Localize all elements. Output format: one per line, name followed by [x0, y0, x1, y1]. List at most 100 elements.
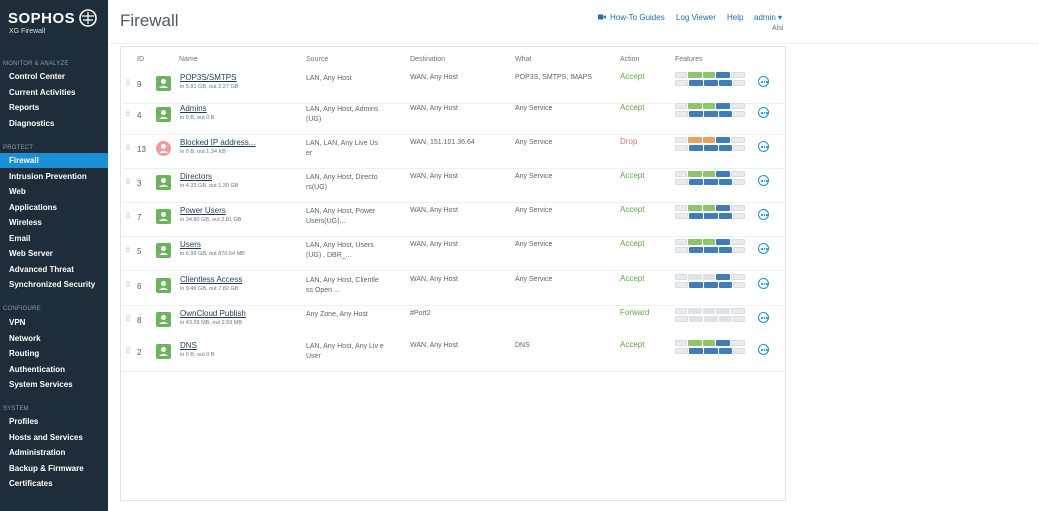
rule-name-link[interactable]: Clientless Access	[180, 275, 242, 284]
rule-what: Any Service	[515, 173, 553, 180]
table-empty-area	[122, 378, 784, 500]
sidebar-item-profiles[interactable]: Profiles	[0, 414, 108, 429]
rule-name-link[interactable]: DNS	[180, 341, 197, 350]
sidebar-item-administration[interactable]: Administration	[0, 445, 108, 460]
feature-badge	[675, 103, 687, 109]
rule-traffic: in 0 B, out 0 B	[180, 352, 215, 358]
more-options-icon[interactable]	[758, 243, 769, 254]
table-row[interactable]: ⁞⁞ 5 Users in 6.96 GB, out 870.64 MB LAN, An…	[122, 237, 784, 271]
feature-badge	[689, 316, 703, 322]
table-row[interactable]: ⁞⁞ 13 Blocked IP address... in 0 B, out 1.3…	[122, 135, 784, 169]
sidebar-item-authentication[interactable]: Authentication	[0, 362, 108, 377]
user-icon	[156, 209, 171, 224]
more-options-icon[interactable]	[758, 141, 769, 152]
help-link[interactable]: Help	[727, 13, 743, 22]
sophos-logo-icon	[79, 9, 97, 27]
col-header-id: ID	[137, 56, 144, 63]
how-to-guides-link[interactable]: How-To Guides	[610, 13, 665, 22]
more-options-icon[interactable]	[758, 76, 769, 87]
log-viewer-link[interactable]: Log Viewer	[676, 13, 716, 22]
sidebar-item-reports[interactable]: Reports	[0, 100, 108, 115]
more-options-icon[interactable]	[758, 278, 769, 289]
drag-handle-icon[interactable]: ⁞⁞	[126, 213, 130, 220]
sidebar-item-current-activities[interactable]: Current Activities	[0, 85, 108, 100]
table-row[interactable]: ⁞⁞ 2 DNS in 0 B, out 0 B LAN, Any Host, Any …	[122, 338, 784, 372]
rule-source: LAN, Any Host, Clientle ss Open ...	[306, 277, 379, 294]
feature-badge	[689, 213, 703, 219]
drag-handle-icon[interactable]: ⁞⁞	[126, 145, 130, 152]
user-icon	[156, 344, 171, 359]
admin-subtitle: Alsi	[772, 25, 784, 32]
feature-badge	[675, 80, 688, 86]
sidebar-item-hosts-and-services[interactable]: Hosts and Services	[0, 430, 108, 445]
rule-source: Any Zone, Any Host	[306, 311, 368, 318]
sidebar-item-intrusion-prevention[interactable]: Intrusion Prevention	[0, 169, 108, 184]
feature-badge	[731, 239, 745, 245]
table-row[interactable]: ⁞⁞ 4 Admins in 0 B, out 0 B LAN, Any Host, A…	[122, 101, 784, 135]
col-header-destination: Destination	[410, 56, 446, 63]
more-options-icon[interactable]	[758, 209, 769, 220]
sidebar-item-applications[interactable]: Applications	[0, 200, 108, 215]
sidebar-item-email[interactable]: Email	[0, 231, 108, 246]
feature-badge	[703, 103, 715, 109]
rule-name-link[interactable]: Admins	[180, 104, 207, 113]
more-options-icon[interactable]	[758, 344, 769, 355]
sidebar-item-system-services[interactable]: System Services	[0, 377, 108, 392]
feature-badge	[704, 247, 718, 253]
feature-badge	[703, 72, 715, 78]
sidebar-item-firewall[interactable]: Firewall	[0, 153, 108, 168]
drag-handle-icon[interactable]: ⁞⁞	[126, 316, 130, 323]
feature-badge	[716, 171, 730, 177]
table-row[interactable]: ⁞⁞ 6 Clientless Access in 9.46 GB, out 7.82…	[122, 272, 784, 306]
rule-name-link[interactable]: Users	[180, 240, 201, 249]
more-options-icon[interactable]	[758, 312, 769, 323]
rule-action: Accept	[620, 171, 645, 180]
sidebar-item-web-server[interactable]: Web Server	[0, 246, 108, 261]
drag-handle-icon[interactable]: ⁞⁞	[126, 282, 130, 289]
feature-badge	[689, 282, 703, 288]
sidebar-item-wireless[interactable]: Wireless	[0, 215, 108, 230]
sidebar-item-vpn[interactable]: VPN	[0, 315, 108, 330]
sidebar-item-routing[interactable]: Routing	[0, 346, 108, 361]
brand-product: XG Firewall	[9, 28, 46, 35]
feature-badge	[675, 205, 687, 211]
sidebar-item-web[interactable]: Web	[0, 184, 108, 199]
rule-name-link[interactable]: Directors	[180, 172, 212, 181]
rule-name-link[interactable]: Power Users	[180, 206, 226, 215]
sidebar-item-diagnostics[interactable]: Diagnostics	[0, 116, 108, 131]
feature-badge	[731, 340, 745, 346]
sidebar-item-certificates[interactable]: Certificates	[0, 476, 108, 491]
rule-name-link[interactable]: OwnCloud Publish	[180, 309, 246, 318]
rule-action: Drop	[620, 137, 638, 146]
feature-badge	[731, 103, 745, 109]
more-options-icon[interactable]	[758, 107, 769, 118]
rule-name-link[interactable]: Blocked IP address...	[180, 138, 255, 147]
sidebar-item-synchronized-security[interactable]: Synchronized Security	[0, 277, 108, 292]
user-icon	[156, 107, 171, 122]
rule-what: POP3S, SMTPS, IMAPS	[515, 74, 593, 81]
feature-badge	[731, 308, 745, 314]
sidebar-item-network[interactable]: Network	[0, 331, 108, 346]
rule-what: DNS	[515, 342, 530, 349]
sidebar-item-backup-firmware[interactable]: Backup & Firmware	[0, 461, 108, 476]
feature-badge	[689, 179, 703, 185]
drag-handle-icon[interactable]: ⁞⁞	[126, 179, 130, 186]
drag-handle-icon[interactable]: ⁞⁞	[126, 80, 130, 87]
table-row[interactable]: ⁞⁞ 9 POP3S/SMTPS in 5.81 GB, out 2.27 GB LAN…	[122, 70, 784, 104]
table-row[interactable]: ⁞⁞ 7 Power Users in 34.80 GB, out 2.81 GB LA…	[122, 203, 784, 237]
drag-handle-icon[interactable]: ⁞⁞	[126, 247, 130, 254]
drag-handle-icon[interactable]: ⁞⁞	[126, 111, 130, 118]
more-options-icon[interactable]	[758, 175, 769, 186]
table-row[interactable]: ⁞⁞ 3 Directors in 4.33 GB, out 1.30 GB LAN, …	[122, 169, 784, 203]
drag-handle-icon[interactable]: ⁞⁞	[126, 348, 130, 355]
rule-traffic: in 5.81 GB, out 2.27 GB	[180, 84, 239, 90]
table-row[interactable]: ⁞⁞ 8 OwnCloud Publish in 43.59 MB, out 2.59…	[122, 306, 784, 340]
admin-menu[interactable]: admin ▾	[754, 13, 782, 22]
sidebar-item-advanced-threat[interactable]: Advanced Threat	[0, 262, 108, 277]
rule-name-link[interactable]: POP3S/SMTPS	[180, 73, 236, 82]
brand-name: SOPHOS	[8, 10, 76, 27]
feature-badge	[704, 179, 718, 185]
sidebar-item-control-center[interactable]: Control Center	[0, 69, 108, 84]
rule-id: 13	[137, 145, 146, 154]
feature-badge	[704, 282, 718, 288]
